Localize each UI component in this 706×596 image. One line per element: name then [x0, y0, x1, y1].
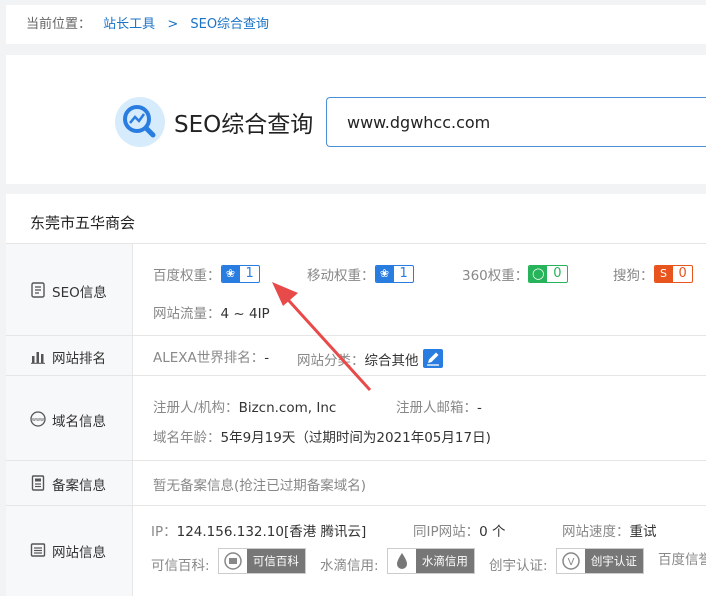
domain-search-input[interactable] [326, 97, 706, 147]
kexin-badge-text: 可信百科 [246, 549, 305, 573]
kexin-badge[interactable]: 可信百科 [217, 548, 306, 574]
alexa-rank-label: ALEXA世界排名： [153, 350, 265, 366]
sogou-icon: S [654, 266, 673, 282]
chuangyu-label: 创宇认证: [489, 558, 548, 574]
breadcrumb-link-tools[interactable]: 站长工具 [103, 17, 155, 32]
traffic-value: 4 ~ 4IP [220, 306, 270, 322]
kexin-label: 可信百科: [151, 558, 210, 574]
sogou-weight-value: 0 [678, 266, 687, 281]
registrant-value[interactable]: Bizcn.com, Inc [239, 400, 337, 416]
sogou-weight-badge[interactable]: S0 [653, 265, 693, 283]
water-drop-icon [388, 549, 416, 573]
site-info-row: 网站信息 IP：124.156.132.10[香港 腾讯云] 同IP网站：0 个… [6, 505, 706, 596]
seo-info-label: SEO信息 [6, 244, 133, 335]
traffic: 网站流量：4 ~ 4IP [153, 302, 270, 322]
svg-text:www: www [32, 417, 44, 423]
site-speed: 网站速度：重试 [562, 520, 657, 540]
site-speed-label: 网站速度： [562, 524, 630, 540]
document-icon [31, 282, 45, 298]
chuangyu-badge[interactable]: V 创宇认证 [555, 548, 644, 574]
registrant-email-label: 注册人邮箱： [396, 400, 477, 416]
baidu-paw-icon: ❀ [221, 266, 240, 282]
seo-result-panel: 东莞市五华商会 SEO信息 百度权重： ❀ 1 移动权重： ❀ 1 360权重： ◯ 0 搜… [6, 194, 706, 596]
baidu-weight-value: 1 [245, 266, 254, 281]
baidu-weight-badge[interactable]: ❀ 1 [220, 265, 260, 283]
baidu-weight-label: 百度权重： [153, 268, 221, 284]
shuidi-badge-text: 水滴信用 [415, 549, 474, 573]
seo-chart-search-icon [115, 97, 165, 147]
so360-weight: 360权重： ◯ 0 [462, 262, 568, 284]
domain-age: 域名年龄：5年9月19天（过期时间为2021年05月17日) [153, 426, 491, 446]
traffic-label: 网站流量： [153, 306, 221, 322]
registrant-email: 注册人邮箱：- [396, 396, 482, 416]
sogou-weight: 搜狗： S 0 [613, 262, 693, 284]
site-category: 网站分类：综合其他 [297, 346, 443, 369]
same-ip-value[interactable]: 0 个 [479, 524, 505, 540]
domain-age-value: 5年9月19天（过期时间为2021年05月17日) [220, 430, 491, 446]
bar-chart-icon [31, 352, 45, 364]
site-info-label: 网站信息 [6, 506, 133, 596]
ip-label: IP： [151, 524, 177, 540]
edit-icon[interactable] [422, 349, 443, 368]
site-rank-text: 网站排名 [52, 351, 106, 367]
site-category-label: 网站分类： [297, 353, 365, 369]
kexin-credit: 可信百科: 可信百科 [151, 548, 306, 578]
svg-text:V: V [567, 557, 574, 568]
so360-weight-label: 360权重： [462, 268, 529, 284]
chuangyu-badge-text: 创宇认证 [584, 549, 643, 573]
mobile-weight-badge[interactable]: ❀ 1 [374, 265, 414, 283]
domain-info-row: www 域名信息 注册人/机构：Bizcn.com, Inc 注册人邮箱：- 域… [6, 375, 706, 460]
shuidi-credit: 水滴信用: 水滴信用 [320, 548, 475, 578]
so360-weight-badge[interactable]: ◯ 0 [528, 265, 568, 283]
sogou-weight-label: 搜狗： [613, 268, 654, 284]
record-book-icon [31, 475, 45, 491]
search-header: SEO综合查询 [6, 55, 706, 184]
www-globe-icon: www [30, 411, 46, 427]
domain-info-label: www 域名信息 [6, 376, 133, 460]
shuidi-badge[interactable]: 水滴信用 [386, 548, 475, 574]
kexin-seal-icon [219, 549, 247, 573]
breadcrumb-link-seo[interactable]: SEO综合查询 [190, 17, 269, 32]
baidu-weight: 百度权重： ❀ 1 [153, 262, 260, 284]
site-speed-retry[interactable]: 重试 [630, 524, 657, 540]
registrant-label: 注册人/机构： [153, 400, 239, 416]
baidu-trust: 百度信誉 [658, 548, 706, 568]
icp-value[interactable]: 暂无备案信息(抢注已过期备案域名) [153, 474, 366, 494]
shield-v-icon: V [557, 549, 585, 573]
site-rank-label: 网站排名 [6, 336, 133, 375]
same-ip-label: 同IP网站： [413, 524, 480, 540]
shuidi-label: 水滴信用: [320, 558, 379, 574]
seo-info-text: SEO信息 [52, 285, 107, 301]
seo-info-row: SEO信息 百度权重： ❀ 1 移动权重： ❀ 1 360权重： ◯ 0 搜狗： S 0 网站流… [6, 243, 706, 335]
site-info-text: 网站信息 [52, 545, 106, 561]
site-rank-row: 网站排名 ALEXA世界排名：- 网站分类：综合其他 [6, 335, 706, 375]
list-window-icon [30, 543, 46, 557]
so360-icon: ◯ [529, 266, 548, 282]
same-ip-sites: 同IP网站：0 个 [413, 520, 506, 540]
mobile-weight-value: 1 [399, 266, 408, 281]
registrant-email-value: - [477, 400, 482, 416]
alexa-rank-value: - [264, 350, 270, 366]
icp-info-label: 备案信息 [6, 461, 133, 505]
so360-weight-value: 0 [553, 266, 562, 281]
mobile-weight: 移动权重： ❀ 1 [307, 262, 414, 284]
icp-info-row: 备案信息 暂无备案信息(抢注已过期备案域名) [6, 460, 706, 505]
page-title: SEO综合查询 [174, 112, 314, 138]
breadcrumb-separator: > [167, 17, 179, 32]
breadcrumb: 当前位置： 站长工具 > SEO综合查询 [6, 5, 706, 44]
ip-value[interactable]: 124.156.132.10[香港 腾讯云] [177, 524, 367, 540]
ip-info: IP：124.156.132.10[香港 腾讯云] [151, 520, 366, 540]
breadcrumb-prefix: 当前位置： [26, 17, 92, 32]
registrant: 注册人/机构：Bizcn.com, Inc [153, 396, 336, 416]
site-title: 东莞市五华商会 [30, 214, 136, 232]
baidu-trust-label: 百度信誉 [658, 552, 706, 568]
domain-info-text: 域名信息 [52, 414, 106, 430]
chuangyu-cert: 创宇认证: V 创宇认证 [489, 548, 644, 578]
alexa-rank: ALEXA世界排名：- [153, 346, 269, 366]
icp-info-text: 备案信息 [52, 478, 106, 494]
baidu-paw-icon: ❀ [375, 266, 394, 282]
site-category-value: 综合其他 [364, 353, 419, 369]
domain-age-label: 域名年龄： [153, 430, 221, 446]
mobile-weight-label: 移动权重： [307, 268, 375, 284]
